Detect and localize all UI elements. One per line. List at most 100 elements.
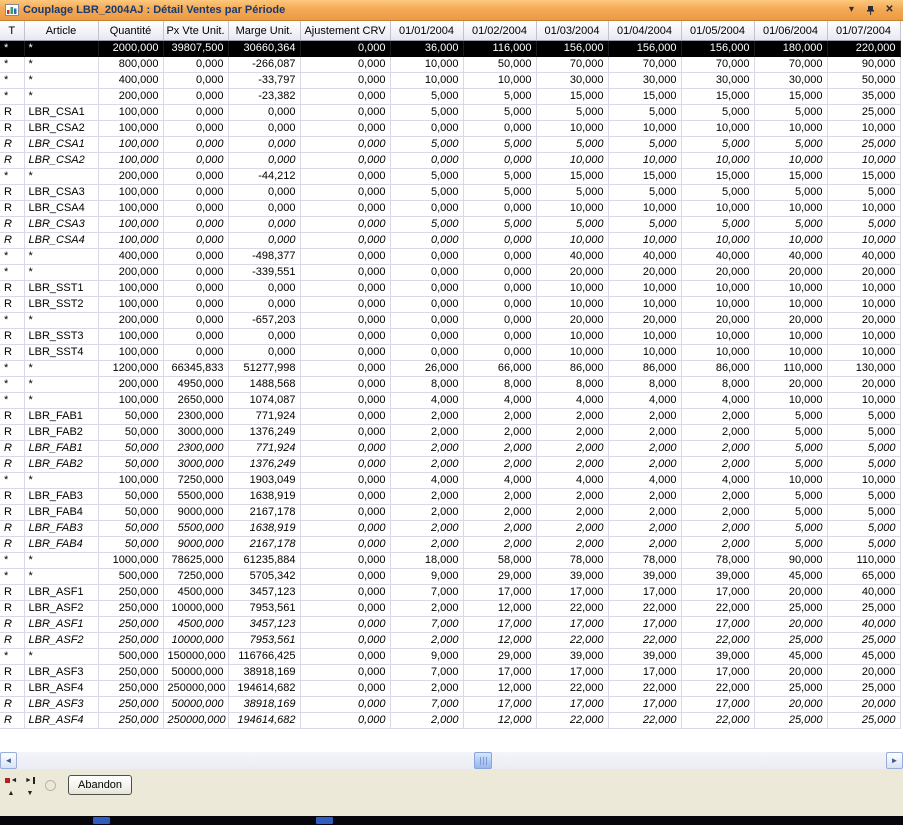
grid-cell[interactable]: 150000,000: [163, 649, 228, 665]
grid-cell[interactable]: LBR_FAB3: [24, 489, 98, 505]
grid-cell[interactable]: R: [0, 585, 24, 601]
grid-cell[interactable]: *: [24, 41, 98, 57]
grid-cell[interactable]: 40,000: [608, 249, 681, 265]
grid-cell[interactable]: 15,000: [827, 169, 900, 185]
grid-cell[interactable]: *: [0, 265, 24, 281]
grid-cell[interactable]: 61235,884: [228, 553, 300, 569]
grid-cell[interactable]: 250000,000: [163, 713, 228, 729]
grid-cell[interactable]: 17,000: [681, 617, 754, 633]
grid-cell[interactable]: 10,000: [536, 233, 608, 249]
grid-cell[interactable]: 5,000: [536, 105, 608, 121]
grid-cell[interactable]: 0,000: [300, 249, 390, 265]
grid-cell[interactable]: 5,000: [754, 425, 827, 441]
grid-cell[interactable]: 17,000: [608, 697, 681, 713]
grid-cell[interactable]: 250,000: [98, 681, 163, 697]
grid-cell[interactable]: 1638,919: [228, 489, 300, 505]
grid-cell[interactable]: 7,000: [390, 665, 463, 681]
grid-row[interactable]: RLBR_SST4100,0000,0000,0000,0000,0000,00…: [0, 345, 900, 361]
grid-cell[interactable]: 17,000: [608, 665, 681, 681]
scroll-track[interactable]: [17, 752, 886, 769]
grid-row[interactable]: **400,0000,000-33,7970,00010,00010,00030…: [0, 73, 900, 89]
grid-cell[interactable]: 0,000: [463, 233, 536, 249]
grid-cell[interactable]: 78625,000: [163, 553, 228, 569]
grid-cell[interactable]: 10,000: [463, 73, 536, 89]
grid-row[interactable]: **200,0004950,0001488,5680,0008,0008,000…: [0, 377, 900, 393]
grid-cell[interactable]: 5,000: [827, 425, 900, 441]
grid-cell[interactable]: 0,000: [300, 553, 390, 569]
grid-cell[interactable]: 5,000: [536, 137, 608, 153]
grid-cell[interactable]: 25,000: [827, 137, 900, 153]
grid-cell[interactable]: 58,000: [463, 553, 536, 569]
grid-cell[interactable]: 2,000: [608, 457, 681, 473]
grid-cell[interactable]: 45,000: [754, 569, 827, 585]
grid-cell[interactable]: 2650,000: [163, 393, 228, 409]
grid-cell[interactable]: 10,000: [754, 201, 827, 217]
grid-cell[interactable]: 2,000: [390, 489, 463, 505]
grid-cell[interactable]: 50,000: [98, 537, 163, 553]
grid-cell[interactable]: 39,000: [608, 569, 681, 585]
grid-cell[interactable]: R: [0, 441, 24, 457]
grid-cell[interactable]: *: [0, 361, 24, 377]
grid-cell[interactable]: 10,000: [827, 201, 900, 217]
grid-cell[interactable]: 0,000: [463, 281, 536, 297]
grid-cell[interactable]: LBR_SST4: [24, 345, 98, 361]
grid-cell[interactable]: 5,000: [827, 457, 900, 473]
grid-cell[interactable]: 10,000: [536, 329, 608, 345]
grid-cell[interactable]: -266,087: [228, 57, 300, 73]
grid-cell[interactable]: 38918,169: [228, 665, 300, 681]
grid-cell[interactable]: 0,000: [300, 633, 390, 649]
grid-cell[interactable]: 800,000: [98, 57, 163, 73]
grid-cell[interactable]: 40,000: [827, 617, 900, 633]
grid-cell[interactable]: 2,000: [390, 457, 463, 473]
grid-cell[interactable]: 70,000: [681, 57, 754, 73]
grid-cell[interactable]: 2,000: [390, 425, 463, 441]
grid-cell[interactable]: 0,000: [390, 249, 463, 265]
grid-cell[interactable]: 5,000: [390, 169, 463, 185]
column-header-quantit[interactable]: Quantité: [98, 21, 163, 41]
grid-cell[interactable]: 0,000: [463, 329, 536, 345]
grid-cell[interactable]: 10,000: [827, 153, 900, 169]
grid-cell[interactable]: 0,000: [163, 329, 228, 345]
grid-cell[interactable]: 2,000: [390, 409, 463, 425]
grid-cell[interactable]: 0,000: [300, 537, 390, 553]
grid-cell[interactable]: 0,000: [300, 57, 390, 73]
grid-cell[interactable]: 10,000: [754, 121, 827, 137]
grid-cell[interactable]: *: [24, 313, 98, 329]
grid-cell[interactable]: 2,000: [681, 489, 754, 505]
grid-cell[interactable]: R: [0, 185, 24, 201]
grid-row[interactable]: **2000,00039807,50030660,3640,00036,0001…: [0, 41, 900, 57]
grid-cell[interactable]: 22,000: [608, 713, 681, 729]
grid-cell[interactable]: LBR_CSA2: [24, 153, 98, 169]
grid-cell[interactable]: 4,000: [681, 473, 754, 489]
grid-cell[interactable]: 0,000: [300, 185, 390, 201]
grid-cell[interactable]: 100,000: [98, 137, 163, 153]
grid-cell[interactable]: 10,000: [608, 233, 681, 249]
grid-cell[interactable]: LBR_FAB3: [24, 521, 98, 537]
grid-cell[interactable]: LBR_FAB2: [24, 457, 98, 473]
grid-cell[interactable]: *: [24, 473, 98, 489]
grid-row[interactable]: RLBR_CSA4100,0000,0000,0000,0000,0000,00…: [0, 233, 900, 249]
grid-cell[interactable]: 86,000: [681, 361, 754, 377]
grid-row[interactable]: RLBR_ASF4250,000250000,000194614,6820,00…: [0, 713, 900, 729]
grid-cell[interactable]: 5,000: [608, 217, 681, 233]
grid-cell[interactable]: 51277,998: [228, 361, 300, 377]
grid-cell[interactable]: 2,000: [463, 425, 536, 441]
grid-cell[interactable]: 40,000: [754, 249, 827, 265]
grid-cell[interactable]: *: [0, 377, 24, 393]
grid-cell[interactable]: 4,000: [608, 473, 681, 489]
grid-cell[interactable]: 18,000: [390, 553, 463, 569]
grid-cell[interactable]: 5,000: [754, 521, 827, 537]
grid-cell[interactable]: 250,000: [98, 617, 163, 633]
grid-cell[interactable]: 25,000: [754, 633, 827, 649]
grid-cell[interactable]: 2,000: [608, 441, 681, 457]
grid-cell[interactable]: 0,000: [463, 121, 536, 137]
column-header-01-04-2004[interactable]: 01/04/2004: [608, 21, 681, 41]
grid-cell[interactable]: 17,000: [536, 665, 608, 681]
grid-cell[interactable]: 10,000: [827, 345, 900, 361]
grid-cell[interactable]: 20,000: [536, 313, 608, 329]
grid-cell[interactable]: 0,000: [300, 105, 390, 121]
grid-cell[interactable]: 10,000: [754, 233, 827, 249]
chevron-down-icon[interactable]: ▾: [844, 3, 859, 17]
grid-cell[interactable]: 5,000: [754, 489, 827, 505]
grid-cell[interactable]: 0,000: [228, 185, 300, 201]
